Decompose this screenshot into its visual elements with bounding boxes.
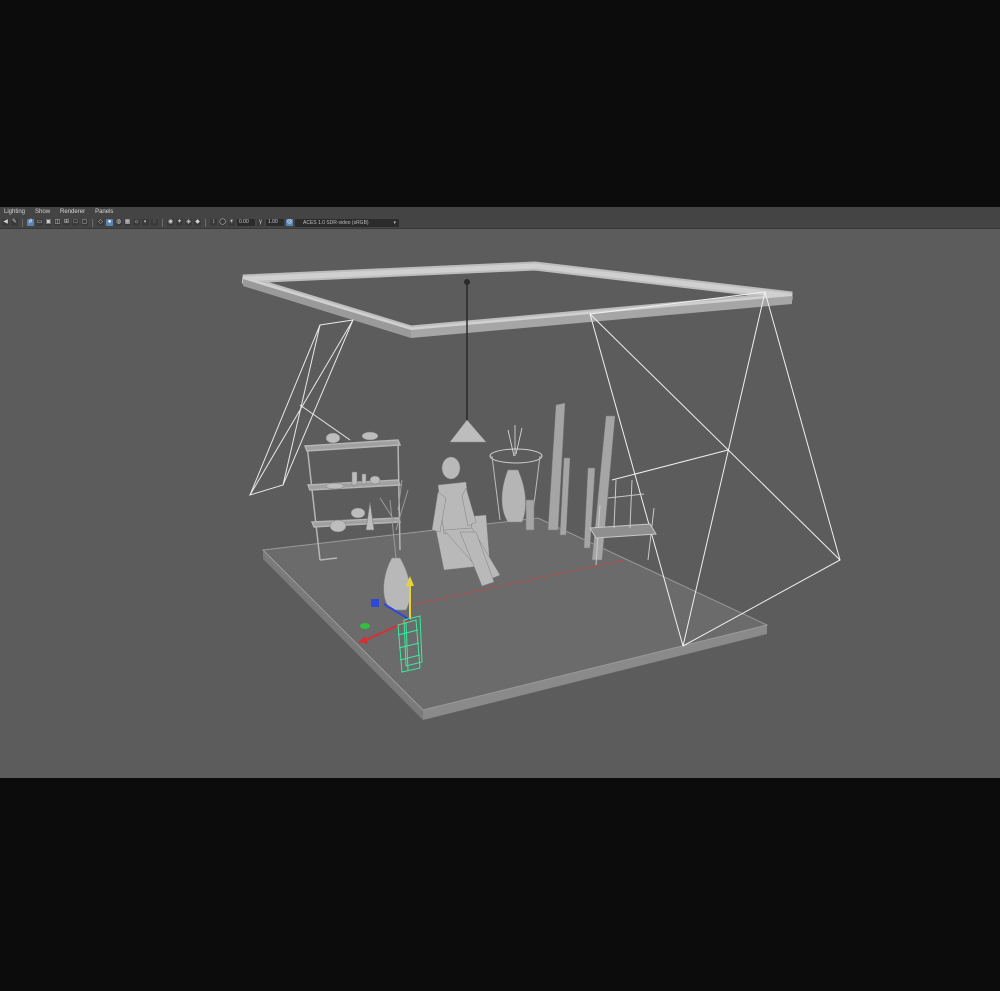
field-chart-icon[interactable]: ⊞ (63, 219, 70, 226)
gamma-icon[interactable]: γ (257, 219, 264, 226)
isolate-select-icon[interactable]: ◈ (185, 219, 192, 226)
letterbox-bottom (0, 778, 1000, 991)
letterbox-top (0, 0, 1000, 207)
aperture-icon[interactable]: ◯ (219, 219, 226, 226)
toolbar-separator (92, 218, 93, 227)
left-area-light[interactable] (249, 319, 354, 496)
ambient-occlusion-icon[interactable]: ◌ (151, 219, 158, 226)
floor-slab[interactable] (261, 517, 769, 720)
exposure-icon[interactable]: ☀ (228, 219, 235, 226)
shadows-icon[interactable]: ◐ (142, 219, 149, 226)
xray-active-icon[interactable]: ◆ (194, 219, 201, 226)
view-transform-dropdown[interactable]: ACES 1.0 SDR-video (sRGB) ▾ (295, 218, 399, 227)
select-camera-icon[interactable]: ◀ (2, 219, 9, 226)
safe-title-icon[interactable]: ▢ (81, 219, 88, 226)
safe-action-icon[interactable]: □ (72, 219, 79, 226)
menu-renderer[interactable]: Renderer (55, 207, 90, 217)
3d-viewport[interactable]: persp (0, 230, 1000, 797)
gate-mask-icon[interactable]: ◫ (54, 219, 61, 226)
menu-lighting[interactable]: Lighting (0, 207, 30, 217)
textured-icon[interactable]: ▦ (124, 219, 131, 226)
scene-canvas[interactable] (0, 230, 1000, 778)
xray-joints-icon[interactable]: ✦ (176, 219, 183, 226)
film-gate-icon[interactable]: ▭ (36, 219, 43, 226)
chevron-down-icon: ▾ (393, 219, 396, 226)
shade-wireframe-icon[interactable]: ◍ (115, 219, 122, 226)
resolution-gate-icon[interactable]: ▣ (45, 219, 52, 226)
ceiling-frame[interactable] (241, 261, 793, 338)
exposure-field[interactable]: 0.00 (237, 219, 255, 226)
viewport-panel: Lighting Show Renderer Panels ◀ ✎ # ▭ ▣ … (0, 207, 1000, 797)
camera-attributes-icon[interactable]: ✎ (11, 219, 18, 226)
menu-show[interactable]: Show (30, 207, 55, 217)
menu-panels[interactable]: Panels (90, 207, 118, 217)
color-management-icon[interactable]: ◎ (286, 219, 293, 226)
xray-icon[interactable]: ◉ (167, 219, 174, 226)
gamma-field[interactable]: 1.00 (266, 219, 284, 226)
toolbar-separator (205, 218, 206, 227)
toolbar-separator (162, 218, 163, 227)
camera-move-icon[interactable]: ↕ (210, 219, 217, 226)
smooth-shade-icon[interactable]: ● (106, 219, 113, 226)
grid-icon[interactable]: # (27, 219, 34, 226)
panel-toolbar: ◀ ✎ # ▭ ▣ ◫ ⊞ □ ▢ ◇ ● ◍ ▦ ☼ ◐ ◌ ◉ ✦ ◈ ◆ … (0, 217, 1000, 229)
view-transform-value: ACES 1.0 SDR-video (sRGB) (303, 219, 369, 226)
wireframe-icon[interactable]: ◇ (97, 219, 104, 226)
panel-menubar: Lighting Show Renderer Panels (0, 207, 1000, 217)
toolbar-separator (22, 218, 23, 227)
use-all-lights-icon[interactable]: ☼ (133, 219, 140, 226)
pendant-lamp[interactable] (449, 279, 487, 443)
